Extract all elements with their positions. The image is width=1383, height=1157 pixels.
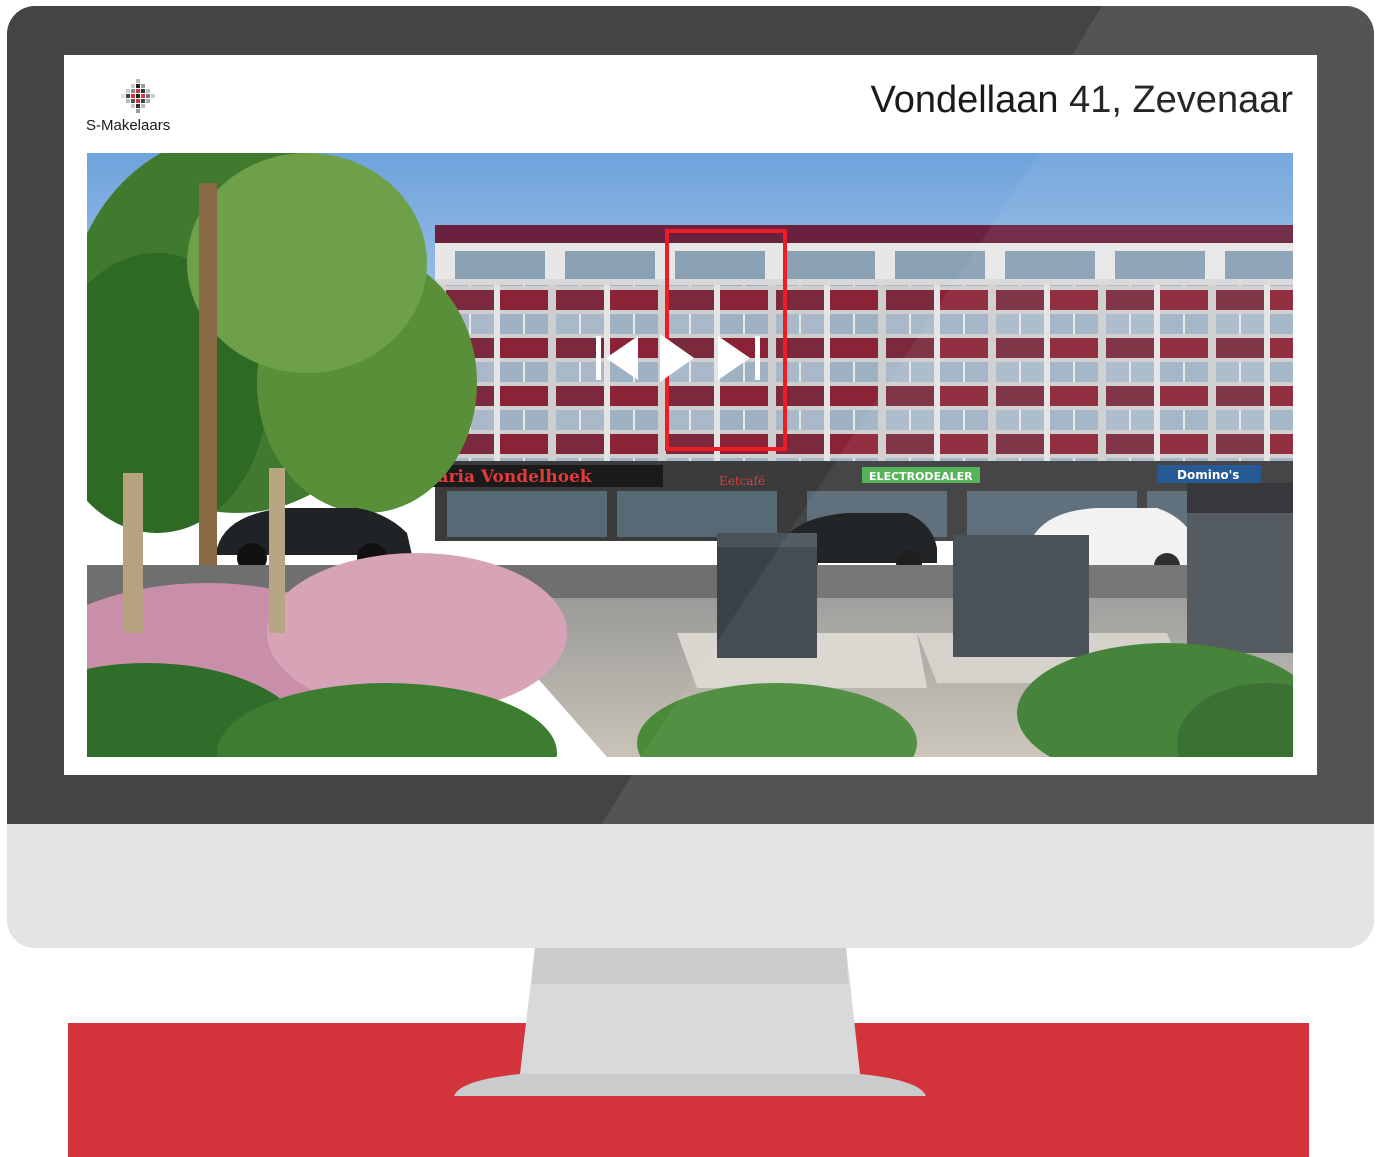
next-button[interactable] bbox=[714, 332, 762, 384]
screen: S-Makelaars Vondellaan 41, Zevenaar Cafe… bbox=[64, 55, 1317, 775]
skip-previous-icon bbox=[596, 336, 638, 380]
device-mockup: S-Makelaars Vondellaan 41, Zevenaar Cafe… bbox=[0, 0, 1383, 1157]
previous-button[interactable] bbox=[594, 332, 642, 384]
play-button[interactable] bbox=[658, 332, 696, 384]
monitor: S-Makelaars Vondellaan 41, Zevenaar Cafe… bbox=[7, 6, 1374, 948]
brand-name: S-Makelaars bbox=[86, 117, 171, 134]
shop-sign-electrodealer: ELECTRODEALER bbox=[869, 470, 973, 483]
monitor-stand bbox=[454, 946, 926, 1096]
property-photo: Cafetaria Vondelhoek Eetcafé ELECTRODEAL… bbox=[87, 153, 1293, 757]
brand-logo[interactable]: S-Makelaars bbox=[86, 79, 196, 135]
play-icon bbox=[660, 334, 694, 382]
slideshow-controls bbox=[594, 332, 764, 384]
skip-next-icon bbox=[718, 336, 760, 380]
shop-sign-eetcafe: Eetcafé bbox=[719, 474, 765, 488]
listing-address: Vondellaan 41, Zevenaar bbox=[870, 79, 1293, 121]
logo-mark-icon bbox=[121, 79, 155, 113]
street-view-image: Cafetaria Vondelhoek Eetcafé ELECTRODEAL… bbox=[87, 153, 1293, 757]
shop-sign-dominos: Domino's bbox=[1177, 468, 1239, 482]
monitor-chin bbox=[7, 824, 1374, 948]
